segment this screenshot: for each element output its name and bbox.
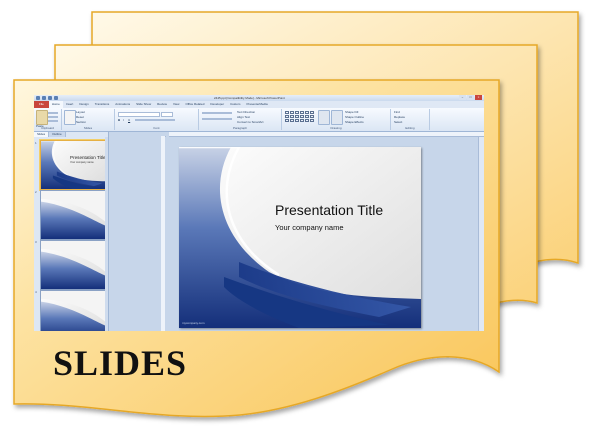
tab-slides[interactable]: Slides bbox=[34, 132, 50, 137]
group-clipboard: Paste Clipboard bbox=[34, 109, 62, 130]
thumbnail-art bbox=[41, 241, 105, 289]
vertical-scrollbar[interactable] bbox=[478, 137, 484, 331]
group-label-font: Font bbox=[153, 126, 160, 130]
group-label-drawing: Drawing bbox=[330, 126, 342, 130]
slide-thumbnail-4[interactable] bbox=[40, 290, 106, 331]
font-size-box[interactable] bbox=[161, 112, 173, 117]
tab-transitions[interactable]: Transitions bbox=[92, 101, 113, 108]
powerpoint-window: 2445.ppt [Compatibility Mode] - Microsof… bbox=[34, 95, 484, 331]
powerpoint-icon bbox=[36, 96, 40, 100]
undo-icon[interactable] bbox=[48, 96, 52, 100]
cut-button[interactable] bbox=[48, 112, 58, 114]
group-label-editing: Editing bbox=[405, 126, 415, 130]
group-font: B I U Font bbox=[115, 109, 199, 130]
minimize-button[interactable]: − bbox=[459, 95, 466, 100]
tab-presentermedia[interactable]: PresenterMedia bbox=[243, 101, 270, 108]
group-editing: Find Replace Select Editing bbox=[391, 109, 430, 130]
slide-thumbnail-2[interactable] bbox=[40, 190, 106, 240]
font-format-buttons[interactable] bbox=[135, 119, 175, 121]
tab-home[interactable]: Home bbox=[48, 101, 63, 108]
group-slides: Layout Reset Section Slides bbox=[62, 109, 115, 130]
group-label-slides: Slides bbox=[83, 126, 93, 130]
tab-office-related[interactable]: Office Related bbox=[182, 101, 207, 108]
slide-footer: mycompany.com bbox=[182, 321, 205, 325]
tab-animations[interactable]: Animations bbox=[112, 101, 133, 108]
caption-slides: SLIDES bbox=[53, 343, 188, 383]
bold-button[interactable]: B bbox=[118, 118, 120, 122]
shapes-gallery[interactable] bbox=[285, 111, 314, 122]
tab-outline[interactable]: Outline bbox=[49, 132, 66, 137]
tab-design[interactable]: Design bbox=[76, 101, 91, 108]
align-buttons[interactable] bbox=[202, 118, 232, 120]
thumbnail-number: 4 bbox=[35, 290, 37, 294]
thumbnail-number: 2 bbox=[35, 190, 37, 194]
format-painter-button[interactable] bbox=[48, 120, 58, 122]
tab-developer[interactable]: Developer bbox=[207, 101, 227, 108]
group-drawing: Shape Fill Shape Outline Shape Effects D… bbox=[282, 109, 391, 130]
group-label-paragraph: Paragraph bbox=[232, 126, 247, 130]
slide-title[interactable]: Presentation Title bbox=[275, 202, 383, 218]
section-button[interactable]: Section bbox=[76, 120, 86, 124]
panel-scrollbar[interactable] bbox=[105, 137, 108, 331]
close-button[interactable]: × bbox=[475, 95, 482, 100]
arrange-button[interactable] bbox=[318, 110, 330, 125]
tab-custom[interactable]: Custom bbox=[227, 101, 243, 108]
slides-illustration: 2445.ppt [Compatibility Mode] - Microsof… bbox=[0, 0, 593, 435]
panel-tabs: Slides Outline bbox=[34, 132, 66, 137]
find-button[interactable]: Find bbox=[394, 110, 400, 114]
underline-button[interactable]: U bbox=[128, 118, 130, 122]
shape-effects-button[interactable]: Shape Effects bbox=[345, 120, 364, 124]
thumbnail-art bbox=[41, 191, 105, 239]
shape-fill-button[interactable]: Shape Fill bbox=[345, 110, 358, 114]
thumbnail-art bbox=[41, 141, 105, 189]
convert-smartart-button[interactable]: Convert to SmartArt bbox=[237, 120, 264, 124]
tab-review[interactable]: Review bbox=[154, 101, 170, 108]
italic-button[interactable]: I bbox=[123, 118, 124, 122]
maximize-button[interactable]: □ bbox=[467, 95, 474, 100]
slides-panel: Slides Outline 1 Presentation Title Your… bbox=[34, 132, 109, 331]
thumbnail-number: 3 bbox=[35, 240, 37, 244]
paste-button[interactable] bbox=[36, 110, 48, 125]
main-slide[interactable]: Presentation Title Your company name myc… bbox=[179, 147, 421, 328]
slide-subtitle[interactable]: Your company name bbox=[275, 223, 344, 232]
tab-file[interactable]: File bbox=[34, 101, 49, 108]
align-text-button[interactable]: Align Text bbox=[237, 115, 250, 119]
shape-outline-button[interactable]: Shape Outline bbox=[345, 115, 364, 119]
slide-background-art bbox=[179, 147, 421, 328]
thumbnail-subtitle: Your company name bbox=[70, 161, 94, 164]
quick-styles-button[interactable] bbox=[331, 110, 343, 125]
list-buttons[interactable] bbox=[202, 112, 232, 114]
layout-button[interactable]: Layout bbox=[76, 110, 85, 114]
copy-button[interactable] bbox=[48, 116, 58, 118]
slide-thumbnail-1[interactable]: Presentation Title Your company name bbox=[40, 140, 106, 190]
slide-thumbnail-3[interactable] bbox=[40, 240, 106, 290]
redo-icon[interactable] bbox=[54, 96, 58, 100]
thumbnail-art bbox=[41, 291, 105, 331]
thumbnail-title: Presentation Title bbox=[70, 155, 106, 160]
text-direction-button[interactable]: Text Direction bbox=[237, 110, 255, 114]
select-button[interactable]: Select bbox=[394, 120, 402, 124]
tab-slide-show[interactable]: Slide Show bbox=[133, 101, 154, 108]
replace-button[interactable]: Replace bbox=[394, 115, 405, 119]
group-paragraph: Text Direction Align Text Convert to Sma… bbox=[199, 109, 282, 130]
group-label-clipboard: Clipboard bbox=[41, 126, 54, 130]
ribbon: Paste Clipboard Layout Reset Section Sli… bbox=[34, 108, 484, 132]
tab-insert[interactable]: Insert bbox=[63, 101, 77, 108]
font-name-box[interactable] bbox=[118, 112, 160, 117]
thumbnail-number: 1 bbox=[35, 141, 37, 145]
ribbon-tabs: File Home Insert Design Transitions Anim… bbox=[34, 101, 484, 108]
reset-button[interactable]: Reset bbox=[76, 115, 84, 119]
new-slide-button[interactable] bbox=[64, 110, 76, 125]
save-icon[interactable] bbox=[42, 96, 46, 100]
tab-view[interactable]: View bbox=[170, 101, 182, 108]
